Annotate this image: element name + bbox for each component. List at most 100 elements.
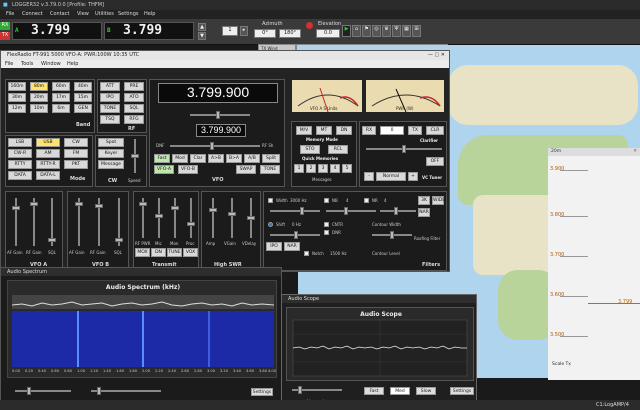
filter-width-check[interactable] bbox=[268, 198, 273, 203]
cw-speed-knob[interactable] bbox=[131, 154, 139, 158]
memory-spinner[interactable]: 1 bbox=[222, 26, 238, 36]
vfo-b-rf-gain-knob[interactable] bbox=[95, 204, 103, 208]
crown-icon[interactable]: ♛ bbox=[382, 25, 391, 37]
filter-nr-knob[interactable] bbox=[394, 207, 398, 215]
sub-frequency-display[interactable]: 3.799.900 bbox=[196, 124, 246, 137]
vc-tuner-mode[interactable]: Normal bbox=[376, 172, 406, 181]
radio-menu-tools[interactable]: Tools bbox=[21, 61, 33, 67]
band-12m[interactable]: 12m bbox=[8, 104, 26, 113]
vfo-a-display[interactable]: A 3.799 bbox=[12, 22, 102, 40]
band-160m[interactable]: 160m bbox=[8, 82, 26, 91]
vfo-a-b[interactable]: A/B bbox=[244, 154, 260, 163]
vfo-clar[interactable]: Clar bbox=[190, 154, 206, 163]
scope-fast-button[interactable]: Fast bbox=[364, 387, 384, 395]
vfo-a-sql-knob[interactable] bbox=[48, 238, 56, 242]
map-icon[interactable]: ▦ bbox=[402, 25, 411, 37]
vfo-a-to-b[interactable]: A>B bbox=[208, 154, 224, 163]
filter-width-knob[interactable] bbox=[300, 207, 304, 215]
filter-3k[interactable]: 3K bbox=[418, 196, 430, 205]
cw-message[interactable]: Message bbox=[98, 160, 124, 169]
filter-cntr-check[interactable] bbox=[324, 222, 329, 227]
band-6m[interactable]: 6m bbox=[52, 104, 70, 113]
rotor-stop-icon[interactable] bbox=[306, 22, 313, 29]
band-30m[interactable]: 30m bbox=[8, 93, 26, 102]
filter-ipo-button[interactable]: IPO bbox=[266, 242, 282, 251]
mode-data[interactable]: DATA bbox=[8, 171, 32, 180]
vfo-tone[interactable]: TONE bbox=[260, 165, 280, 174]
band-17m[interactable]: 17m bbox=[52, 93, 70, 102]
tx-tune[interactable]: TUNE bbox=[167, 248, 182, 257]
cw-spot[interactable]: Spot bbox=[98, 138, 124, 147]
mode-rtty-r[interactable]: RTTY-R bbox=[36, 160, 60, 169]
scale-close-icon[interactable]: ✕ bbox=[633, 149, 637, 154]
globe-icon[interactable]: ◎ bbox=[372, 25, 381, 37]
quick-memory-2[interactable]: 2 bbox=[306, 164, 316, 173]
memory-store[interactable]: STO bbox=[300, 145, 320, 154]
mode-cw-r[interactable]: CW-R bbox=[8, 149, 32, 158]
band-10m[interactable]: 10m bbox=[30, 104, 48, 113]
band-scale-panel[interactable]: 20m ✕ 3.900 3.800 3.700 3.600 3.799 3.500… bbox=[548, 148, 640, 380]
band-15m[interactable]: 15m bbox=[74, 93, 92, 102]
tune-up-icon[interactable]: ▲ bbox=[198, 23, 206, 31]
band-60m[interactable]: 60m bbox=[52, 82, 70, 91]
vc-tuner-off[interactable]: OFF bbox=[426, 157, 444, 166]
menu-contact[interactable]: Contact bbox=[50, 11, 69, 17]
vfo-fast[interactable]: Fast bbox=[154, 154, 170, 163]
rf-tsq[interactable]: TSQ bbox=[100, 115, 120, 124]
vfo-split[interactable]: Split bbox=[262, 154, 280, 163]
tx-vox[interactable]: VOX bbox=[183, 248, 198, 257]
swr-vgain-knob[interactable] bbox=[228, 212, 236, 216]
quick-memory-1[interactable]: 1 bbox=[294, 164, 304, 173]
window-controls[interactable]: — ▢ ✕ bbox=[428, 52, 445, 58]
radio-menu-window[interactable]: Window bbox=[41, 61, 61, 67]
vfo-mod[interactable]: Mod bbox=[172, 154, 188, 163]
filter-dnr-check[interactable] bbox=[324, 230, 329, 235]
filter-nr-check[interactable] bbox=[364, 198, 369, 203]
memory-dn[interactable]: DN bbox=[336, 126, 352, 135]
scope-attenuation-knob[interactable] bbox=[298, 386, 302, 394]
vfo-a-select[interactable]: VFO-A bbox=[154, 165, 174, 174]
dnf-knob[interactable] bbox=[210, 142, 214, 150]
reference-level-slider[interactable] bbox=[91, 390, 161, 392]
scope-settings-button[interactable]: Settings bbox=[450, 387, 474, 395]
clarifier-value[interactable]: 0 bbox=[380, 126, 404, 135]
filter-nar-button[interactable]: NAR bbox=[284, 242, 300, 251]
menu-help[interactable]: Help bbox=[144, 11, 155, 17]
swr-vgain-slider[interactable] bbox=[231, 198, 233, 238]
swr-amp-slider[interactable] bbox=[212, 198, 214, 238]
vfo-tune-slider[interactable] bbox=[190, 114, 250, 116]
menu-utilities[interactable]: Utilities bbox=[95, 11, 114, 17]
menu-connect[interactable]: Connect bbox=[22, 11, 43, 17]
filter-nr-slider[interactable] bbox=[380, 210, 416, 212]
mode-data-l[interactable]: DATA-L bbox=[36, 171, 60, 180]
swr-amp-knob[interactable] bbox=[209, 208, 217, 212]
vfo-swap[interactable]: SWAP bbox=[236, 165, 256, 174]
swr-vdelay-knob[interactable] bbox=[247, 216, 255, 220]
filter-shift-knob[interactable] bbox=[294, 231, 298, 239]
mode-rtty[interactable]: RTTY bbox=[8, 160, 32, 169]
menu-settings[interactable]: Settings bbox=[118, 11, 139, 17]
rf-ato[interactable]: ATO bbox=[124, 93, 144, 102]
audio-scope-plot[interactable]: Audio Scope bbox=[286, 307, 474, 381]
tx-mon-slider[interactable] bbox=[174, 198, 176, 238]
flag-icon[interactable]: ⚑ bbox=[362, 25, 371, 37]
mode-am[interactable]: AM bbox=[36, 149, 60, 158]
elevation-field[interactable]: 0.0 bbox=[316, 29, 340, 38]
audio-spectrum-plot[interactable]: Audio Spectrum (kHz) 0.00 0.20 0.40 0.60… bbox=[7, 280, 277, 378]
play-icon[interactable]: ▶ bbox=[342, 25, 351, 37]
band-gen[interactable]: GEN bbox=[74, 104, 92, 113]
tune-down-icon[interactable]: ▼ bbox=[198, 32, 206, 40]
mode-usb[interactable]: USB bbox=[36, 138, 60, 147]
tx-mic-knob[interactable] bbox=[155, 214, 163, 218]
vfo-tune-knob[interactable] bbox=[216, 111, 220, 119]
band-20m[interactable]: 20m bbox=[30, 93, 48, 102]
tx-mic-slider[interactable] bbox=[158, 198, 160, 238]
vc-tuner-plus[interactable]: + bbox=[408, 172, 418, 181]
vfo-b-to-a[interactable]: B>A bbox=[226, 154, 242, 163]
memory-recall[interactable]: RCL bbox=[328, 145, 348, 154]
filter-wide[interactable]: WIDE bbox=[432, 196, 445, 205]
quick-memory-4[interactable]: 4 bbox=[330, 164, 340, 173]
filter-nb-knob[interactable] bbox=[344, 207, 348, 215]
vc-tuner-minus[interactable]: - bbox=[364, 172, 374, 181]
filter-contour-width-knob[interactable] bbox=[390, 231, 394, 239]
